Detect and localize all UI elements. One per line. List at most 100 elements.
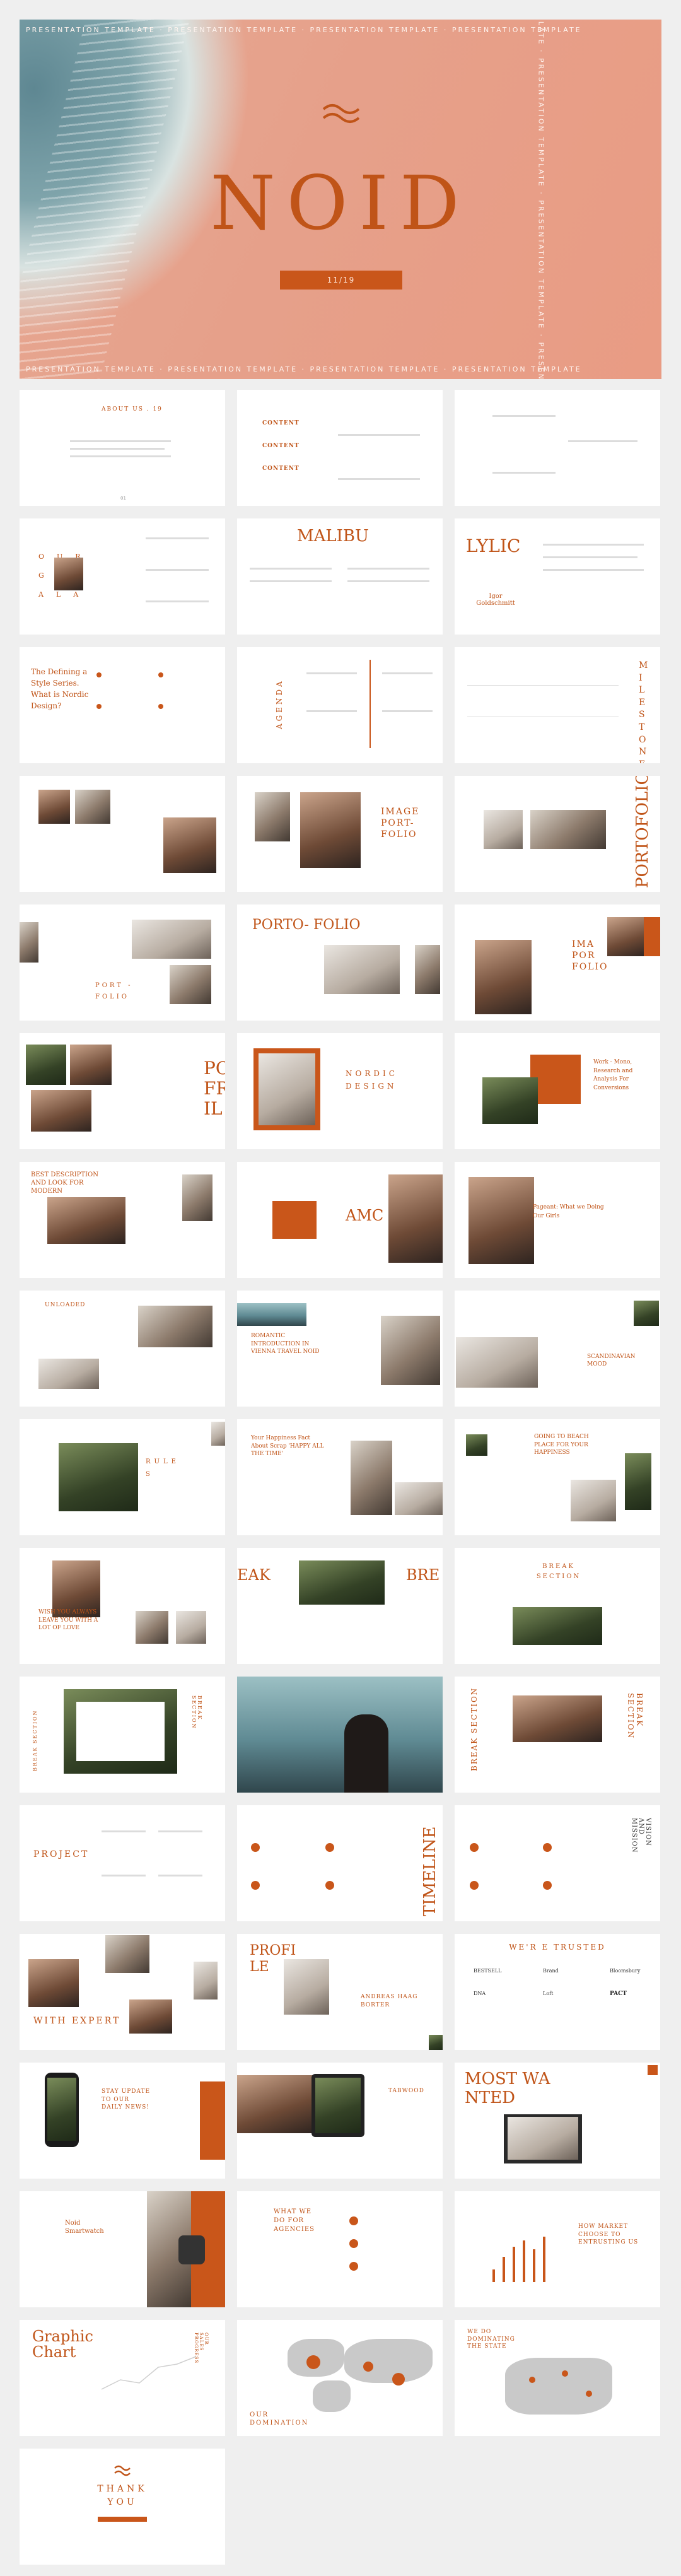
slide-unloaded[interactable]: UNLOADED bbox=[20, 1291, 225, 1407]
slide-agenda[interactable]: AGENDA bbox=[237, 647, 443, 763]
slide-amc[interactable]: AMC bbox=[237, 1162, 443, 1278]
slide-content[interactable]: CONTENT CONTENT CONTENT bbox=[237, 390, 443, 506]
slide-image-portfolio[interactable]: IMAGE PORT- FOLIO bbox=[237, 776, 443, 892]
accent-bar bbox=[98, 2517, 147, 2522]
defining-title: The Defining a Style Series. What is Nor… bbox=[31, 667, 89, 710]
map-marker bbox=[363, 2362, 373, 2372]
slide-port-folio[interactable]: PORT - FOLIO bbox=[20, 905, 225, 1021]
slide-best[interactable]: BEST DESCRIPTION AND LOOK FOR MODERN bbox=[20, 1162, 225, 1278]
landscape-photo bbox=[484, 810, 523, 849]
slide-break-section[interactable]: BREAK SECTION bbox=[455, 1548, 660, 1664]
client-logo: Loft bbox=[543, 1991, 554, 1996]
timeline-title: TIMELINE bbox=[421, 1826, 439, 1916]
timeline-dot bbox=[251, 1881, 260, 1890]
ocean-portrait-photo bbox=[237, 1677, 443, 1793]
slide-going-to[interactable]: GOING TO BEACH PLACE FOR YOUR HAPPINESS bbox=[455, 1419, 660, 1535]
slide-ima-portfolio[interactable]: IMA POR FOLIO bbox=[455, 905, 660, 1021]
slide-our-domination[interactable]: OUR DOMINATION bbox=[237, 2320, 443, 2436]
going-to-title: GOING TO BEACH PLACE FOR YOUR HAPPINESS bbox=[534, 1434, 589, 1456]
accent-square bbox=[648, 2065, 658, 2075]
slide-about[interactable]: ABOUT US . 19 01 bbox=[20, 390, 225, 506]
slide-nordic-design[interactable]: NORDIC DESIGN bbox=[237, 1033, 443, 1149]
slide-what-we-do[interactable]: WHAT WE DO FOR AGENCIES bbox=[237, 2191, 443, 2307]
slide-work[interactable]: Work - Mono, Research and Analysis For C… bbox=[455, 1033, 660, 1149]
slide-break-banner[interactable]: EAK BRE bbox=[237, 1548, 443, 1664]
slide-portfolio-2[interactable]: PORTO- FOLIO bbox=[237, 905, 443, 1021]
map-marker bbox=[392, 2373, 405, 2386]
client-logo: PACT bbox=[610, 1991, 627, 1997]
portrait-photo bbox=[456, 1337, 538, 1388]
chart-bar bbox=[533, 2249, 535, 2282]
slide-malibu[interactable]: MALIBU bbox=[237, 518, 443, 635]
slide-portofolio[interactable]: PORTOFOLIO bbox=[455, 776, 660, 892]
slide-we-do[interactable]: WE DO DOMINATING THE STATE bbox=[455, 2320, 660, 2436]
slide-with-expert[interactable]: WITH EXPERT bbox=[20, 1934, 225, 2050]
break-right-text: BRE bbox=[406, 1566, 440, 1584]
fagency-title: Pageant: What we Doing Our Girls bbox=[533, 1204, 604, 1219]
slide-smartwatch[interactable]: Noid Smartwatch bbox=[20, 2191, 225, 2307]
plant-photo bbox=[26, 1045, 66, 1085]
how-market-title: HOW MARKET CHOOSE TO ENTRUSTING US bbox=[578, 2223, 639, 2246]
slide-defining[interactable]: The Defining a Style Series. What is Nor… bbox=[20, 647, 225, 763]
slide-break-frame[interactable]: BREAK SECTION BREAK SECTION bbox=[20, 1677, 225, 1793]
happiness-title: Your Happiness Fact About Scrap 'HAPPY A… bbox=[251, 1435, 324, 1458]
portrait-photo bbox=[351, 1441, 392, 1515]
romantic-title: ROMANTIC INTRODUCTION IN VIENNA TRAVEL N… bbox=[251, 1333, 320, 1355]
plant-photo bbox=[625, 1453, 651, 1510]
accent-block bbox=[644, 917, 660, 956]
laptop-screen-photo bbox=[508, 2117, 578, 2160]
slide-graphic-chart[interactable]: Graphic Chart OUR SALES PROGRESS bbox=[20, 2320, 225, 2436]
timeline-dot bbox=[470, 1881, 479, 1890]
malibu-title: MALIBU bbox=[297, 527, 369, 546]
slide-profile[interactable]: PROFI LE ANDREAS HAAG BORTER bbox=[237, 1934, 443, 2050]
slide-po-fr-il[interactable]: PO FR IL bbox=[20, 1033, 225, 1149]
slide-project[interactable]: PROJECT bbox=[20, 1805, 225, 1921]
slide-tabwood[interactable]: TABWOOD bbox=[237, 2063, 443, 2179]
map-marker bbox=[529, 2377, 535, 2383]
slide-break-vertical[interactable]: BREAK SECTION BREAK SECTION bbox=[455, 1677, 660, 1793]
portrait-photo bbox=[54, 558, 83, 590]
slide-scandinavian[interactable]: SCANDINAVIAN MOOD bbox=[455, 1291, 660, 1407]
hero-band-bottom: PRESENTATION TEMPLATE · PRESENTATION TEM… bbox=[26, 365, 582, 373]
interior-photo bbox=[47, 1197, 125, 1244]
chart-bar bbox=[513, 2247, 515, 2282]
slide-milestone[interactable]: M I L E S T O N E bbox=[455, 647, 660, 763]
smartwatch-title: Noid Smartwatch bbox=[65, 2220, 104, 2235]
text-line bbox=[70, 440, 171, 442]
slide-stay-update[interactable]: STAY UPDATE TO OUR DAILY NEWS! bbox=[20, 2063, 225, 2179]
slide-romantic[interactable]: ROMANTIC INTRODUCTION IN VIENNA TRAVEL N… bbox=[237, 1291, 443, 1407]
world-map-region bbox=[313, 2380, 351, 2412]
slide-vision[interactable]: VISION AND MISSION bbox=[455, 1805, 660, 1921]
slide-your-happiness[interactable]: Your Happiness Fact About Scrap 'HAPPY A… bbox=[237, 1419, 443, 1535]
client-logo: Bloomsbury bbox=[610, 1968, 641, 1974]
slide-timeline[interactable]: TIMELINE bbox=[237, 1805, 443, 1921]
hero-title-slide[interactable]: PRESENTATION TEMPLATE · PRESENTATION TEM… bbox=[20, 20, 661, 379]
slide-rule[interactable]: RULE S bbox=[20, 1419, 225, 1535]
slide-fagency[interactable]: Pageant: What we Doing Our Girls bbox=[455, 1162, 660, 1278]
slide-how-market[interactable]: HOW MARKET CHOOSE TO ENTRUSTING US bbox=[455, 2191, 660, 2307]
frame-inner bbox=[76, 1702, 165, 1761]
thank-you-title: THANK YOU bbox=[97, 2484, 148, 2507]
break-section-title: BREAK SECTION bbox=[536, 1563, 581, 1580]
domination-title: OUR DOMINATION bbox=[250, 2411, 309, 2427]
client-logo: BESTSELL bbox=[474, 1968, 502, 1974]
interior-photo bbox=[170, 965, 211, 1004]
interior-photo bbox=[38, 1359, 99, 1389]
client-logo: DNA bbox=[474, 1991, 486, 1996]
portrait-photo bbox=[163, 817, 216, 873]
slide-wish[interactable]: WISH YOU ALWAYS LEAVE YOU WITH A LOT OF … bbox=[20, 1548, 225, 1664]
slide-content-list[interactable] bbox=[455, 390, 660, 506]
slide-ocean-photo[interactable] bbox=[237, 1677, 443, 1793]
slide-lyric[interactable]: LYLIC Igor Goldschmitt bbox=[455, 518, 660, 635]
text-line bbox=[543, 556, 637, 558]
tabwood-title: TABWOOD bbox=[388, 2088, 424, 2094]
timeline-dot bbox=[543, 1843, 552, 1852]
street-photo bbox=[381, 1316, 440, 1385]
slide-thank-you[interactable]: THANK YOU bbox=[20, 2449, 225, 2565]
slide-photo-grid[interactable] bbox=[20, 776, 225, 892]
agenda-title: AGENDA bbox=[275, 679, 284, 729]
slide-our-goals[interactable]: OUR GO ALA bbox=[20, 518, 225, 635]
slide-trusted[interactable]: WE'R E TRUSTED BESTSELL Brand Bloomsbury… bbox=[455, 1934, 660, 2050]
timeline-dot bbox=[470, 1843, 479, 1852]
slide-most-wanted[interactable]: MOST WA NTED bbox=[455, 2063, 660, 2179]
